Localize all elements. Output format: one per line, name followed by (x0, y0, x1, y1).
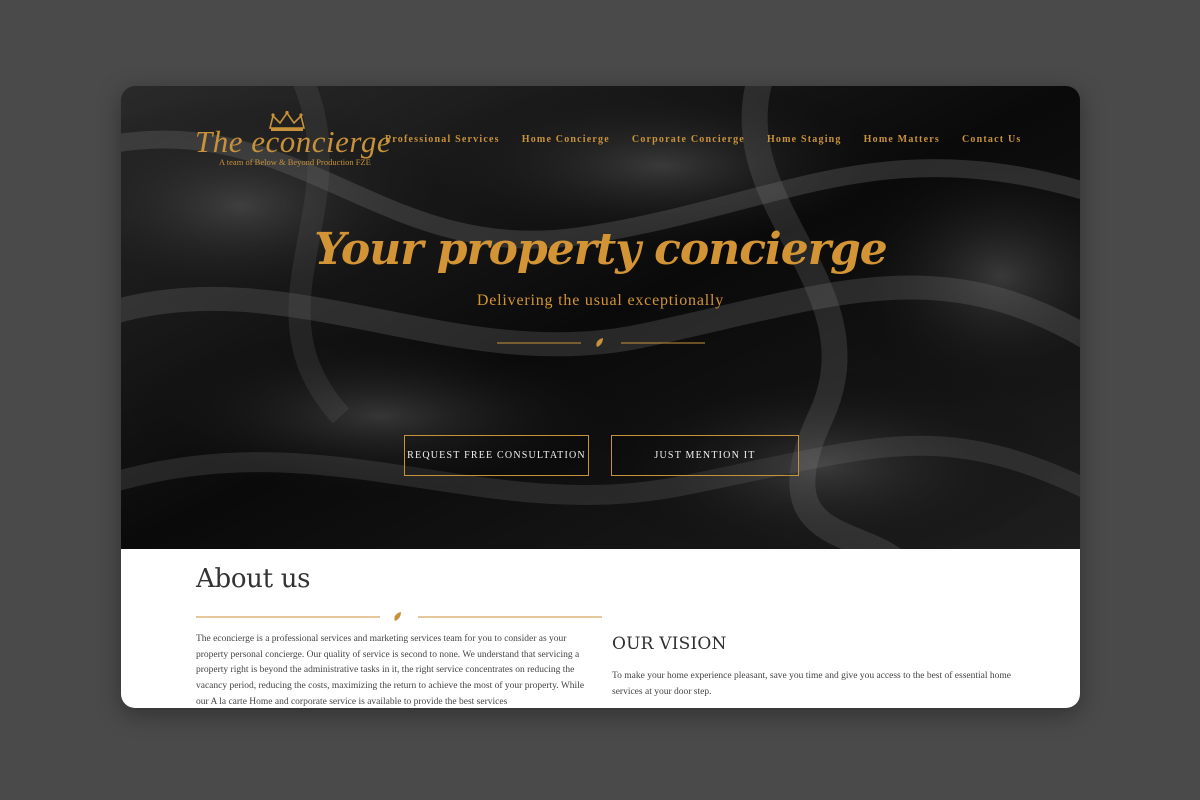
nav-item-home-matters[interactable]: Home Matters (864, 134, 940, 145)
nav-item-home-concierge[interactable]: Home Concierge (522, 134, 610, 145)
leaf-icon (596, 338, 603, 347)
just-mention-it-button[interactable]: JUST MENTION IT (611, 435, 799, 476)
nav-item-corporate-concierge[interactable]: Corporate Concierge (632, 134, 745, 145)
logo-title: The econcierge (195, 124, 392, 159)
about-body: The econcierge is a professional service… (196, 634, 585, 707)
leaf-icon (394, 612, 401, 621)
nav-item-contact-us[interactable]: Contact Us (962, 134, 1022, 145)
nav-item-home-staging[interactable]: Home Staging (767, 134, 842, 145)
vision-title: OUR VISION (612, 634, 727, 654)
nav-item-professional-services[interactable]: Professional Services (385, 134, 500, 145)
logo-tagline: A team of Below & Beyond Production FZE (219, 157, 371, 167)
hero-section: The econcierge A team of Below & Beyond … (121, 86, 1080, 549)
vision-body: To make your home experience pleasant, s… (612, 671, 1011, 697)
hero-title: Your property concierge (314, 224, 887, 275)
browser-viewport: The econcierge A team of Below & Beyond … (121, 86, 1080, 708)
site-logo[interactable]: The econcierge A team of Below & Beyond … (195, 110, 391, 170)
about-divider (196, 612, 602, 621)
request-consultation-button[interactable]: REQUEST FREE CONSULTATION (404, 435, 589, 476)
hero-divider (497, 338, 705, 347)
hero-subtitle: Delivering the usual exceptionally (476, 292, 725, 309)
about-title: About us (196, 564, 311, 594)
main-nav: Professional Services Home Concierge Cor… (385, 134, 1043, 145)
